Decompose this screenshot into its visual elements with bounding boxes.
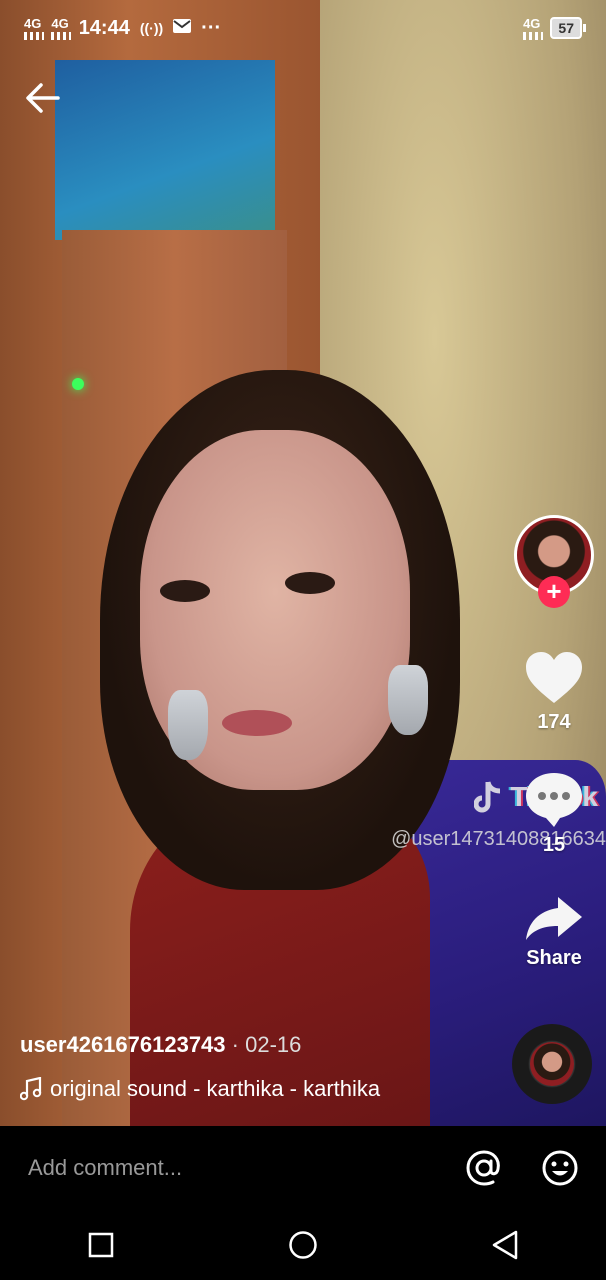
recents-button[interactable] xyxy=(81,1225,121,1265)
like-count: 174 xyxy=(537,711,571,733)
like-button[interactable]: 174 xyxy=(524,651,584,734)
comment-button[interactable]: 15 xyxy=(524,770,584,857)
at-sign-icon xyxy=(466,1150,500,1186)
system-back-button[interactable] xyxy=(485,1225,525,1265)
sound-name: original sound - karthika - karthika xyxy=(50,1076,381,1101)
follow-plus-button[interactable]: + xyxy=(538,576,570,608)
back-button[interactable] xyxy=(22,78,62,118)
earring-right xyxy=(388,665,428,735)
notification-mail-icon xyxy=(173,17,192,40)
heart-icon xyxy=(526,652,582,703)
emoji-icon xyxy=(542,1150,578,1186)
comment-count: 15 xyxy=(542,834,566,856)
circle-icon xyxy=(289,1231,317,1259)
share-button[interactable]: Share xyxy=(524,895,584,970)
square-icon xyxy=(88,1232,114,1258)
caption-username[interactable]: user4261676123743 xyxy=(20,1032,226,1057)
mention-button[interactable] xyxy=(464,1148,504,1188)
signal-1-indicator: 4G xyxy=(24,17,45,40)
system-nav-bar xyxy=(0,1210,606,1280)
status-bar: 4G 4G 14:44 ((·)) ··· 4G 57 xyxy=(0,0,606,56)
person-lips xyxy=(222,710,292,736)
creator-avatar[interactable]: + xyxy=(514,515,594,608)
triangle-back-icon xyxy=(492,1230,518,1260)
home-button[interactable] xyxy=(283,1225,323,1265)
status-right: 4G 57 xyxy=(523,17,586,40)
video-caption: user4261676123743 · 02-16 original sound… xyxy=(20,1032,380,1102)
music-disc[interactable] xyxy=(512,1024,592,1104)
caption-date: 02-16 xyxy=(245,1032,302,1057)
add-comment-input[interactable] xyxy=(26,1154,428,1182)
emoji-button[interactable] xyxy=(540,1148,580,1188)
sound-link[interactable]: original sound - karthika - karthika xyxy=(20,1076,380,1102)
person-eye-left xyxy=(160,580,210,602)
battery-indicator: 57 xyxy=(550,17,586,39)
earring-left xyxy=(168,690,208,760)
green-light xyxy=(72,378,84,390)
network-right-indicator: 4G xyxy=(523,17,544,40)
caption-separator: · xyxy=(225,1032,246,1057)
back-arrow-icon xyxy=(26,83,60,113)
comment-bubble-icon xyxy=(526,773,582,827)
status-time: 14:44 xyxy=(78,16,130,39)
caption-header: user4261676123743 · 02-16 xyxy=(20,1032,380,1058)
status-left: 4G 4G 14:44 ((·)) ··· xyxy=(24,17,221,40)
share-arrow-icon xyxy=(526,897,582,940)
comment-bar xyxy=(0,1126,606,1210)
door-window xyxy=(55,60,275,240)
share-label: Share xyxy=(526,947,582,969)
hotspot-icon: ((·)) xyxy=(139,20,164,36)
music-note-icon xyxy=(20,1077,42,1101)
more-notifications-icon: ··· xyxy=(201,16,222,39)
tiktok-logo-icon xyxy=(474,781,501,813)
signal-2-indicator: 4G xyxy=(51,17,72,40)
action-rail: + 174 15 Share xyxy=(512,515,596,970)
music-disc-avatar xyxy=(530,1042,574,1086)
person-eye-right xyxy=(285,572,335,594)
